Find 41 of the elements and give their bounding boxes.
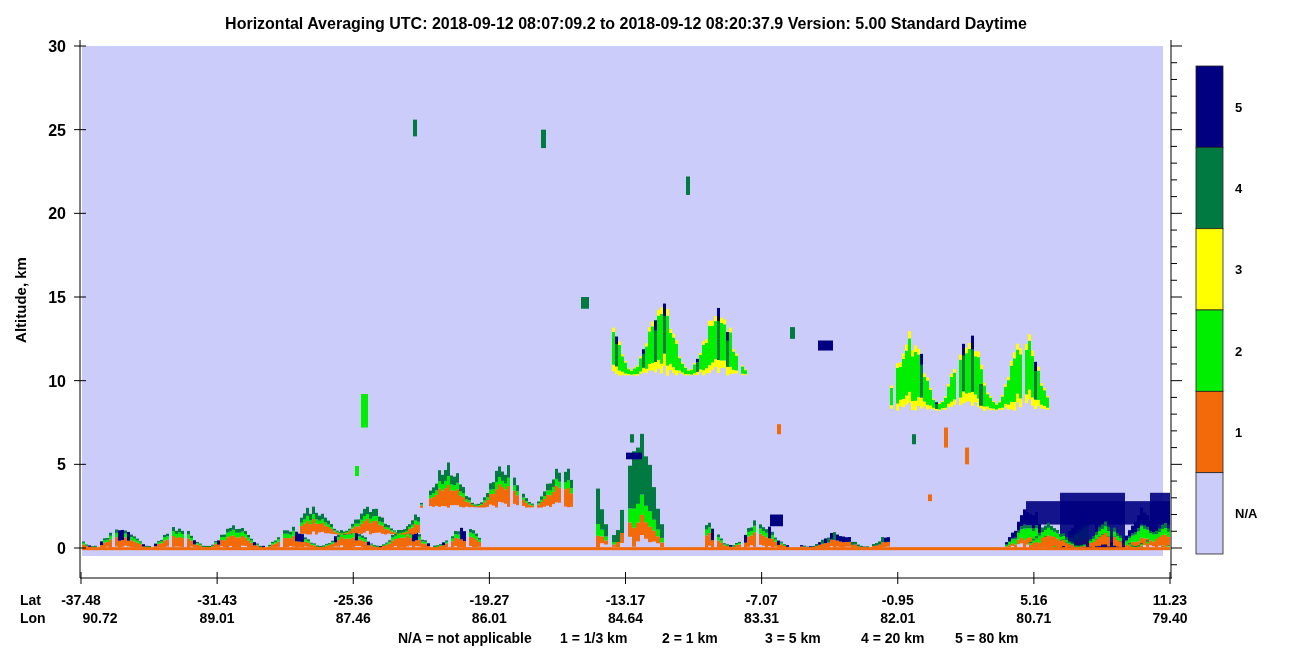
- legend-label: 5: [1235, 99, 1243, 115]
- y-tick-label: 5: [57, 456, 66, 474]
- legend-label: 3: [1235, 262, 1243, 278]
- legend-label: 2: [1235, 343, 1243, 359]
- longitude-label: 89.01: [199, 610, 235, 626]
- legend-note: N/A = not applicable: [398, 630, 532, 646]
- longitude-label: 87.46: [335, 610, 371, 626]
- longitude-label: 80.71: [1016, 610, 1052, 626]
- axis-row-label: Lat: [20, 592, 41, 608]
- y-tick-label: 15: [48, 289, 66, 306]
- legend-note: 3 = 5 km: [765, 630, 821, 646]
- longitude-label: 79.40: [1152, 610, 1188, 626]
- latitude-label: -0.95: [881, 592, 914, 608]
- legend-label: N/A: [1235, 506, 1258, 522]
- legend-label: 1: [1235, 425, 1243, 440]
- legend-note: 4 = 20 km: [861, 630, 925, 646]
- y-tick-label: 20: [48, 205, 66, 223]
- y-tick-label: 25: [48, 121, 66, 139]
- latitude-label: -19.27: [469, 592, 510, 608]
- longitude-label: 83.31: [744, 610, 780, 626]
- latitude-label: -37.48: [61, 592, 101, 608]
- chart-title: Horizontal Averaging UTC: 2018-09-12 08:07:09.2 to 2018-09-12 08:20:37.9 Version: 5.00 Standard Daytime: [225, 15, 1027, 32]
- latitude-label: 11.23: [1152, 592, 1188, 608]
- longitude-label: 84.64: [608, 610, 643, 626]
- longitude-label: 82.01: [880, 610, 916, 626]
- latitude-label: -31.43: [197, 592, 237, 608]
- latitude-label: 5.16: [1020, 592, 1048, 608]
- latitude-label: -13.17: [605, 592, 646, 608]
- y-tick-label: 30: [48, 38, 66, 55]
- axis-row-label: Lon: [20, 610, 46, 626]
- latitude-label: -25.36: [333, 592, 374, 608]
- y-axis-label: Altitude, km: [12, 257, 29, 343]
- latitude-label: -7.07: [745, 592, 778, 608]
- y-tick-label: 10: [48, 372, 66, 390]
- legend-note: 2 = 1 km: [662, 630, 718, 646]
- longitude-label: 90.72: [82, 610, 118, 626]
- legend-note: 5 = 80 km: [955, 630, 1019, 646]
- legend-note: 1 = 1/3 km: [560, 630, 628, 646]
- y-tick-label: 0: [57, 540, 66, 557]
- longitude-label: 86.01: [471, 610, 507, 626]
- legend-label: 4: [1235, 181, 1243, 196]
